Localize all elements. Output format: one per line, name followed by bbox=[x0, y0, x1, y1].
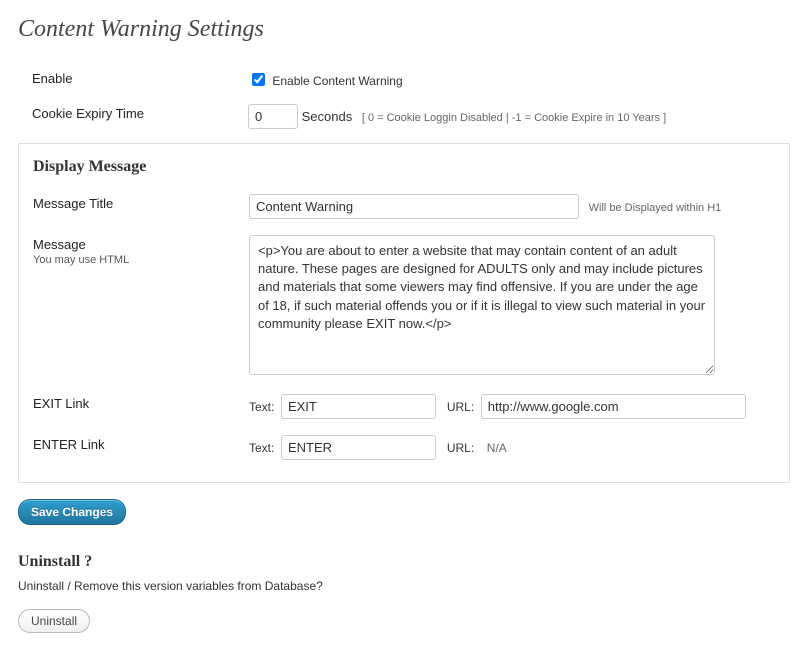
uninstall-heading: Uninstall ? bbox=[18, 553, 790, 571]
enter-url-label: URL: bbox=[447, 441, 474, 455]
cookie-label: Cookie Expiry Time bbox=[18, 96, 238, 137]
save-button[interactable]: Save Changes bbox=[18, 499, 126, 525]
uninstall-desc: Uninstall / Remove this version variable… bbox=[18, 579, 790, 593]
exit-url-input[interactable] bbox=[481, 394, 746, 419]
message-label: Message bbox=[33, 237, 86, 252]
enable-checkbox[interactable] bbox=[252, 73, 265, 86]
display-message-box: Display Message Message Title Will be Di… bbox=[18, 143, 790, 483]
enter-link-label: ENTER Link bbox=[19, 427, 239, 468]
enable-label: Enable bbox=[18, 61, 238, 96]
uninstall-button[interactable]: Uninstall bbox=[18, 609, 90, 633]
display-heading: Display Message bbox=[33, 158, 789, 176]
enter-text-label: Text: bbox=[249, 441, 274, 455]
message-title-input[interactable] bbox=[249, 194, 579, 219]
exit-text-input[interactable] bbox=[281, 394, 436, 419]
exit-text-label: Text: bbox=[249, 400, 274, 414]
enter-url-value: N/A bbox=[487, 441, 507, 455]
page-title: Content Warning Settings bbox=[18, 16, 790, 43]
cookie-hint: [ 0 = Cookie Loggin Disabled | -1 = Cook… bbox=[362, 112, 666, 124]
message-title-label: Message Title bbox=[19, 186, 239, 227]
message-textarea[interactable] bbox=[249, 235, 715, 375]
message-title-hint: Will be Displayed within H1 bbox=[589, 202, 722, 214]
exit-url-label: URL: bbox=[447, 400, 474, 414]
exit-link-label: EXIT Link bbox=[19, 386, 239, 427]
enable-checkbox-label: Enable Content Warning bbox=[272, 74, 402, 88]
message-sub: You may use HTML bbox=[33, 254, 229, 266]
enable-checkbox-wrap[interactable]: Enable Content Warning bbox=[248, 74, 403, 88]
enter-text-input[interactable] bbox=[281, 435, 436, 460]
cookie-expiry-input[interactable] bbox=[248, 104, 298, 129]
cookie-unit: Seconds bbox=[302, 109, 353, 124]
